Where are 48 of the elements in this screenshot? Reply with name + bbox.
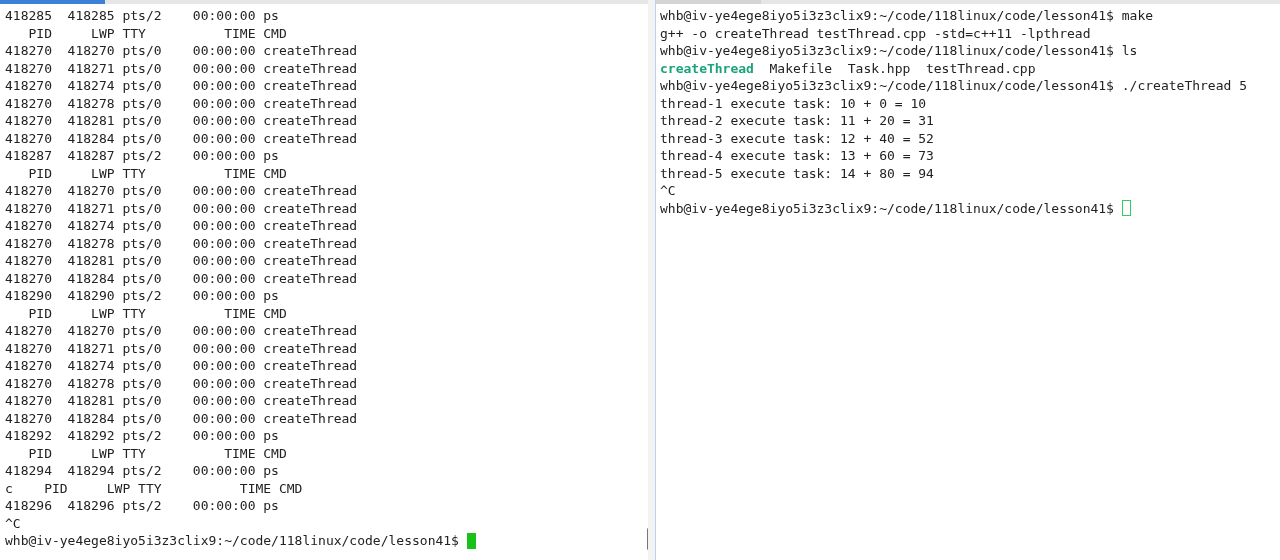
terminal-line: whb@iv-ye4ege8iyo5i3z3clix9:~/code/118linux/code/lesson41$ ls [660, 42, 1138, 60]
terminal-line: whb@iv-ye4ege8iyo5i3z3clix9:~/code/118linux/code/lesson41$ [5, 532, 460, 550]
terminal-line: thread-3 execute task: 12 + 40 = 52 [660, 129, 934, 147]
terminal-line: g++ -o createThread testThread.cpp -std=c++11 -lpthread [660, 24, 1091, 42]
file-name: Task.hpp [847, 59, 911, 77]
terminal-line: 418270 418278 pts/0 00:00:00 createThread [5, 374, 358, 392]
terminal-line: 418270 418271 pts/0 00:00:00 createThread [5, 59, 358, 77]
terminal-line: 418294 418294 pts/2 00:00:00 ps [5, 462, 279, 480]
terminal-line: ^C [5, 514, 21, 532]
terminal-line: 418270 418284 pts/0 00:00:00 createThread [5, 129, 358, 147]
terminal-line: thread-2 execute task: 11 + 20 = 31 [660, 112, 934, 130]
terminal-line: 418270 418274 pts/0 00:00:00 createThread [5, 217, 358, 235]
terminal-line: 418270 418274 pts/0 00:00:00 createThread [5, 357, 358, 375]
terminal-line: whb@iv-ye4ege8iyo5i3z3clix9:~/code/118linux/code/lesson41$ ./createThread 5 [660, 77, 1247, 95]
terminal-line: thread-4 execute task: 13 + 60 = 73 [660, 147, 934, 165]
terminal-line: 418270 418274 pts/0 00:00:00 createThread [5, 77, 358, 95]
terminal-line: 418287 418287 pts/2 00:00:00 ps [5, 147, 279, 165]
terminal-line: ^C [660, 182, 676, 200]
file-name: createThread [660, 59, 754, 77]
terminal-line: 418270 418281 pts/0 00:00:00 createThread [5, 392, 358, 410]
terminal-line: PID LWP TTY TIME CMD [27, 304, 287, 322]
file-name: testThread.cpp [925, 59, 1036, 77]
terminal-line: 418285 418285 pts/2 00:00:00 ps [5, 7, 279, 25]
terminal-line: whb@iv-ye4ege8iyo5i3z3clix9:~/code/118linux/code/lesson41$ make [660, 7, 1154, 25]
terminal-line: 418270 418270 pts/0 00:00:00 createThread [5, 42, 358, 60]
terminal-line: 418296 418296 pts/2 00:00:00 ps [5, 497, 279, 515]
terminal-line: PID LWP TTY TIME CMD [27, 444, 287, 462]
terminal-line: c PID LWP TTY TIME CMD [5, 479, 303, 497]
terminal-line: 418270 418281 pts/0 00:00:00 createThread [5, 112, 358, 130]
terminal-line: PID LWP TTY TIME CMD [27, 24, 287, 42]
terminal-line: 418270 418278 pts/0 00:00:00 createThread [5, 94, 358, 112]
terminal-line: 418270 418284 pts/0 00:00:00 createThread [5, 409, 358, 427]
terminal-line: 418270 418270 pts/0 00:00:00 createThread [5, 322, 358, 340]
tab-indicator[interactable] [0, 0, 105, 4]
terminal-line: 418270 418271 pts/0 00:00:00 createThread [5, 199, 358, 217]
terminal-line: 418270 418284 pts/0 00:00:00 createThread [5, 269, 358, 287]
tab-indicator[interactable] [656, 0, 761, 4]
terminal-line: PID LWP TTY TIME CMD [27, 164, 287, 182]
terminal-line: thread-5 execute task: 14 + 80 = 94 [660, 164, 934, 182]
terminal-line: 418292 418292 pts/2 00:00:00 ps [5, 427, 279, 445]
terminal-line: 418270 418270 pts/0 00:00:00 createThread [5, 182, 358, 200]
file-name: Makefile [769, 59, 833, 77]
terminal-line: whb@iv-ye4ege8iyo5i3z3clix9:~/code/118linux/code/lesson41$ [660, 199, 1115, 217]
terminal-line: thread-1 execute task: 10 + 0 = 10 [660, 94, 927, 112]
terminal-line: 418270 418281 pts/0 00:00:00 createThread [5, 252, 358, 270]
terminal-line: 418290 418290 pts/2 00:00:00 ps [5, 287, 279, 305]
terminal-line: 418270 418278 pts/0 00:00:00 createThread [5, 234, 358, 252]
terminal-line: 418270 418271 pts/0 00:00:00 createThread [5, 339, 358, 357]
